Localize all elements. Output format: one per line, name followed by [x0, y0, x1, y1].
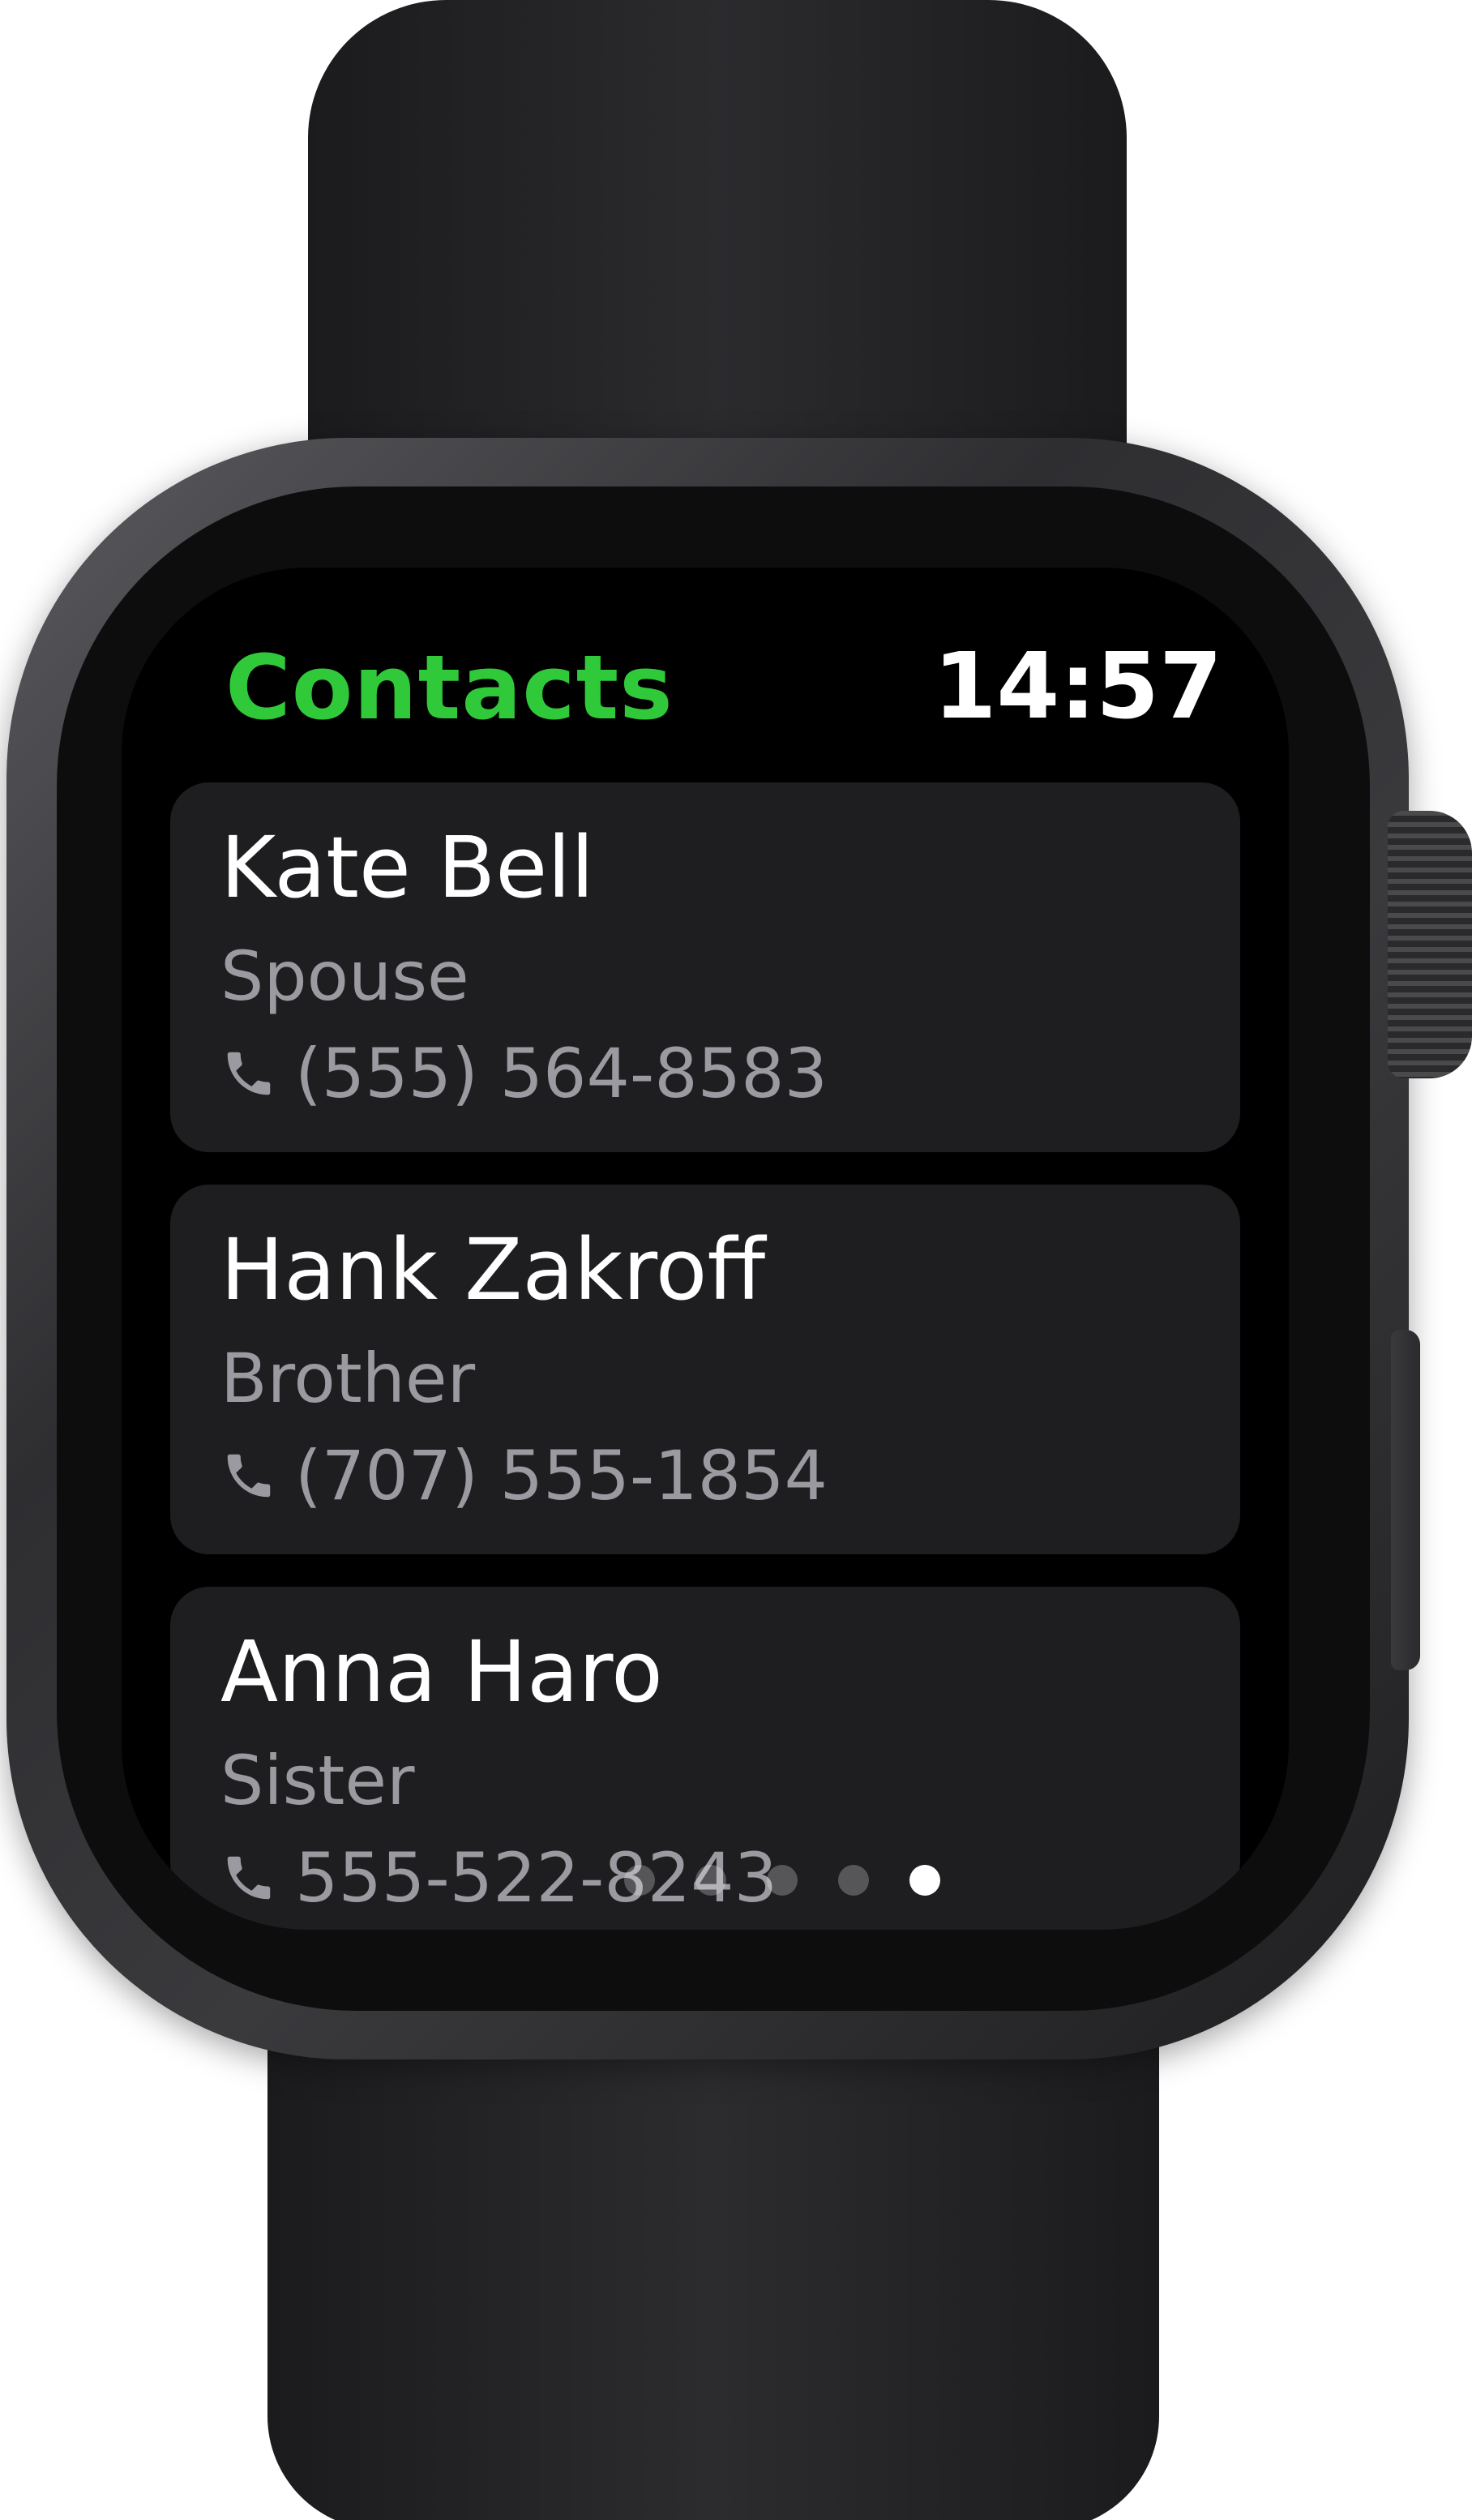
phone-icon [227, 1052, 271, 1095]
watch-band-bottom [267, 1995, 1159, 2520]
page-dot [624, 1865, 655, 1896]
app-title[interactable]: Contacts [225, 636, 674, 739]
contact-relation: Spouse [220, 936, 469, 1016]
contact-phone: (707) 555-1854 [295, 1436, 828, 1515]
side-button[interactable] [1391, 1330, 1420, 1670]
contact-card[interactable]: Kate Bell Spouse (555) 564-8583 [170, 782, 1240, 1152]
contacts-list: Kate Bell Spouse (555) 564-8583 Hank Zak… [170, 782, 1240, 1930]
page-dot [767, 1865, 798, 1896]
page-dot [695, 1865, 726, 1896]
device-stage: Contacts 14:57 Kate Bell Spouse (555) 56… [0, 0, 1472, 2520]
phone-icon [227, 1454, 271, 1498]
contact-card[interactable]: Hank Zakroff Brother (707) 555-1854 [170, 1185, 1240, 1554]
watch-screen: Contacts 14:57 Kate Bell Spouse (555) 56… [122, 568, 1289, 1930]
page-indicator [624, 1865, 1029, 1897]
status-bar: Contacts 14:57 [122, 568, 1289, 786]
contact-name: Kate Bell [220, 818, 595, 917]
page-dot-active [909, 1865, 940, 1896]
contact-name: Anna Haro [220, 1622, 663, 1721]
contact-relation: Brother [220, 1339, 476, 1418]
page-dot [838, 1865, 869, 1896]
contact-relation: Sister [220, 1741, 415, 1820]
clock: 14:57 [933, 634, 1222, 739]
digital-crown[interactable] [1388, 811, 1472, 1078]
contact-phone-row: (707) 555-1854 [220, 1436, 828, 1515]
phone-icon [227, 1856, 271, 1900]
contact-phone-row: (555) 564-8583 [220, 1034, 828, 1113]
contact-phone: (555) 564-8583 [295, 1034, 828, 1113]
contact-name: Hank Zakroff [220, 1220, 766, 1319]
